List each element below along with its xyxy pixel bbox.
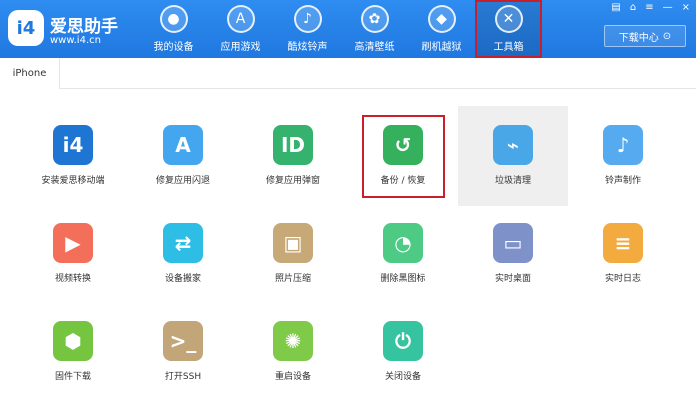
document-icon: ≡	[603, 223, 643, 263]
power-icon: ⏻	[383, 321, 423, 361]
photo-icon: ▣	[273, 223, 313, 263]
nav-item-flash-jailbreak[interactable]: ◆ 刷机越狱	[408, 0, 475, 58]
bell-icon: ♪	[603, 125, 643, 165]
tool-video-convert[interactable]: ▶ 视频转换	[18, 204, 128, 304]
monitor-icon: ▭	[493, 223, 533, 263]
tools-icon: ✕	[494, 5, 523, 33]
minimize-icon[interactable]: —	[663, 2, 673, 13]
tool-open-ssh[interactable]: >_ 打开SSH	[128, 302, 238, 400]
tool-label: 垃圾清理	[494, 176, 531, 186]
tool-label: 重启设备	[274, 372, 311, 382]
tool-label: 修复应用弹窗	[265, 176, 320, 186]
tool-label: 打开SSH	[164, 372, 202, 382]
tool-junk-cleanup[interactable]: ⌁ 垃圾清理	[458, 106, 568, 206]
tool-ringtone-maker[interactable]: ♪ 铃声制作	[568, 106, 678, 206]
tool-label: 实时桌面	[494, 274, 531, 284]
tab-iphone[interactable]: iPhone	[0, 58, 60, 89]
tool-label: 照片压缩	[274, 274, 311, 284]
flower-icon: ✿	[360, 5, 389, 33]
box-icon: ⬢	[53, 321, 93, 361]
nav-item-toolbox[interactable]: ✕ 工具箱	[475, 0, 542, 58]
tool-label: 实时日志	[604, 274, 641, 284]
nav-label: 我的设备	[153, 42, 194, 53]
terminal-icon: >_	[163, 321, 203, 361]
settings-icon[interactable]: ▤	[611, 2, 620, 13]
tool-label: 关闭设备	[384, 372, 421, 382]
close-icon[interactable]: ×	[682, 2, 690, 13]
download-center-icon: ⊙	[662, 30, 672, 42]
tool-label: 固件下载	[54, 372, 91, 382]
nav-label: 刷机越狱	[421, 42, 462, 53]
broom-icon: ⌁	[493, 125, 533, 165]
tool-device-transfer[interactable]: ⇄ 设备搬家	[128, 204, 238, 304]
tool-install-i4-mobile[interactable]: i4 安装爱思移动端	[18, 106, 128, 206]
tool-label: 铃声制作	[604, 176, 641, 186]
i4-logo[interactable]: i4	[8, 10, 44, 46]
nav-label: 高清壁纸	[354, 42, 395, 53]
app-store-icon: A	[226, 5, 255, 33]
tool-fix-app-crash[interactable]: A 修复应用闪退	[128, 106, 238, 206]
menu-icon[interactable]: ≡	[645, 2, 653, 13]
window-controls: ▤ ⌂ ≡ — ×	[611, 2, 690, 13]
transfer-icon: ⇄	[163, 223, 203, 263]
dropbox-icon: ◆	[427, 5, 456, 33]
tool-photo-compress[interactable]: ▣ 照片压缩	[238, 204, 348, 304]
nav-label: 应用游戏	[220, 42, 261, 53]
top-header: i4 爱思助手 www.i4.cn ● 我的设备 A 应用游戏 ♪ 酷炫铃声 ✿…	[0, 0, 696, 58]
apple-id-icon: ID	[273, 125, 313, 165]
download-center-label: 下载中心	[618, 32, 659, 44]
shirt-icon[interactable]: ⌂	[630, 2, 636, 13]
nav-item-apps-games[interactable]: A 应用游戏	[207, 0, 274, 58]
nav-label: 酷炫铃声	[287, 42, 328, 53]
tool-label: 删除黑图标	[380, 274, 426, 284]
tool-restart-device[interactable]: ✺ 重启设备	[238, 302, 348, 400]
apple-icon: ●	[159, 5, 188, 33]
nav-item-ringtones[interactable]: ♪ 酷炫铃声	[274, 0, 341, 58]
tool-label: 视频转换	[54, 274, 91, 284]
app-window: i4 爱思助手 www.i4.cn ● 我的设备 A 应用游戏 ♪ 酷炫铃声 ✿…	[0, 0, 696, 400]
tool-remove-black-icons[interactable]: ◔ 删除黑图标	[348, 204, 458, 304]
tool-live-desktop[interactable]: ▭ 实时桌面	[458, 204, 568, 304]
tool-live-log[interactable]: ≡ 实时日志	[568, 204, 678, 304]
nav-item-my-device[interactable]: ● 我的设备	[140, 0, 207, 58]
main-navigation: ● 我的设备 A 应用游戏 ♪ 酷炫铃声 ✿ 高清壁纸 ◆ 刷机越狱 ✕ 工具箱	[140, 0, 542, 58]
bell-icon: ♪	[293, 5, 322, 33]
i4-icon: i4	[53, 125, 93, 165]
nav-label: 工具箱	[493, 42, 524, 53]
tool-shutdown-device[interactable]: ⏻ 关闭设备	[348, 302, 458, 400]
brand-url: www.i4.cn	[50, 35, 101, 46]
app-store-icon: A	[163, 125, 203, 165]
brand-name: 爱思助手	[50, 17, 118, 37]
timer-icon: ◔	[383, 223, 423, 263]
tool-label: 设备搬家	[164, 274, 201, 284]
nav-item-wallpapers[interactable]: ✿ 高清壁纸	[341, 0, 408, 58]
tool-label: 安装爱思移动端	[41, 176, 105, 186]
tool-label: 修复应用闪退	[155, 176, 210, 186]
video-icon: ▶	[53, 223, 93, 263]
tool-fix-app-popup[interactable]: ID 修复应用弹窗	[238, 106, 348, 206]
download-center-button[interactable]: 下载中心 ⊙	[604, 25, 686, 47]
tool-firmware-download[interactable]: ⬢ 固件下载	[18, 302, 128, 400]
device-tabbar: iPhone	[0, 58, 696, 89]
backup-restore-highlight	[362, 115, 445, 198]
loading-icon: ✺	[273, 321, 313, 361]
